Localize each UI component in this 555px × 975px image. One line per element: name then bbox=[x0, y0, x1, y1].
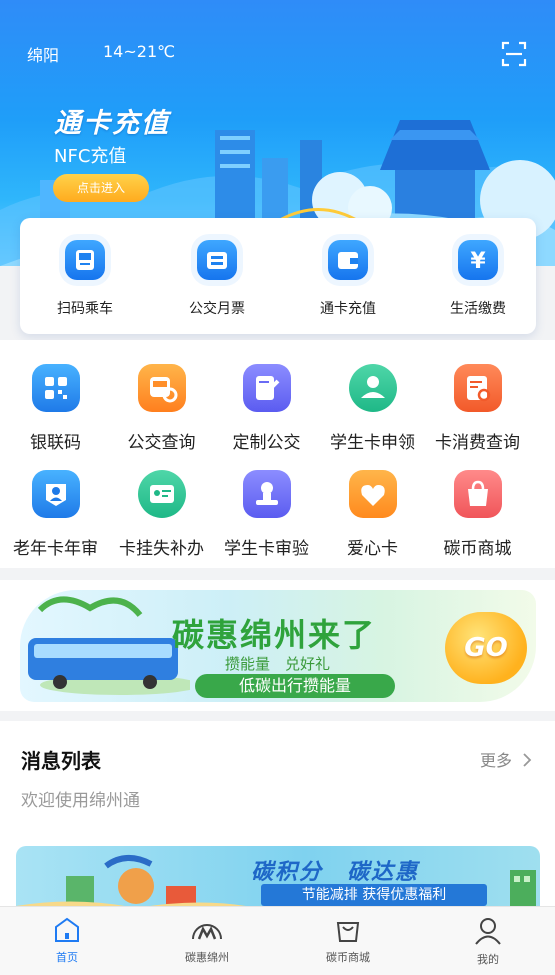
carbon-mall-icon bbox=[453, 470, 502, 518]
custom-bus-icon bbox=[242, 364, 291, 412]
service-carbon-mall[interactable]: 碳币商城 bbox=[422, 470, 533, 570]
bus-illustration bbox=[28, 596, 190, 695]
tab-label: 碳币商城 bbox=[326, 951, 370, 964]
hero-title: 通卡充值 bbox=[54, 108, 170, 139]
scan-icon[interactable] bbox=[500, 40, 528, 68]
tab-mine[interactable]: 我的 bbox=[433, 917, 543, 973]
carbon-promo-banner[interactable]: 碳惠绵州来了 攒能量 兑好礼 低碳出行攒能量 GO bbox=[20, 590, 536, 702]
tab-label: 碳惠绵州 bbox=[185, 951, 229, 964]
banner-subtitle: 攒能量 兑好礼 bbox=[225, 655, 331, 673]
tab-label: 首页 bbox=[56, 951, 78, 964]
service-label: 爱心卡 bbox=[347, 539, 398, 559]
promo-title: 碳积分 碳达惠 bbox=[251, 860, 420, 885]
quick-action-monthly-ticket[interactable]: 公交月票 bbox=[167, 240, 267, 320]
tab-carbon-mall[interactable]: 碳币商城 bbox=[293, 917, 403, 973]
quick-actions-card: 扫码乘车 公交月票 通卡充值 ¥ 生活缴费 bbox=[20, 218, 536, 334]
user-icon bbox=[475, 918, 501, 945]
service-card-consumption[interactable]: 卡消费查询 bbox=[422, 364, 533, 464]
card-loss-icon bbox=[137, 470, 186, 518]
hero-subtitle: NFC充值 bbox=[54, 146, 127, 167]
service-love-card[interactable]: 爱心卡 bbox=[317, 470, 428, 570]
banner-go-button[interactable]: GO bbox=[445, 612, 527, 684]
bottom-tab-bar: 首页 碳惠绵州 碳币商城 我的 bbox=[0, 906, 555, 975]
monthly-ticket-icon bbox=[197, 240, 237, 280]
message-list-title: 消息列表 bbox=[21, 749, 101, 773]
service-bus-search[interactable]: 公交查询 bbox=[106, 364, 217, 464]
carbon-m-icon bbox=[192, 924, 222, 940]
service-custom-bus[interactable]: 定制公交 bbox=[211, 364, 322, 464]
message-item[interactable]: 欢迎使用绵州通 bbox=[21, 786, 140, 811]
banner-title: 碳惠绵州来了 bbox=[172, 616, 377, 654]
more-link[interactable]: 更多 bbox=[480, 747, 512, 771]
senior-card-icon bbox=[31, 470, 80, 518]
qr-bus-icon bbox=[65, 240, 105, 280]
service-label: 卡消费查询 bbox=[435, 433, 520, 453]
wallet-icon bbox=[328, 240, 368, 280]
chevron-right-icon[interactable] bbox=[521, 752, 533, 767]
quick-action-label: 生活缴费 bbox=[450, 301, 506, 317]
service-card-loss[interactable]: 卡挂失补办 bbox=[106, 470, 217, 570]
status-bar: 绵阳 14~21℃ bbox=[0, 38, 555, 68]
service-label: 碳币商城 bbox=[443, 539, 512, 559]
svg-text:¥: ¥ bbox=[470, 249, 486, 274]
quick-action-life-payment[interactable]: ¥ 生活缴费 bbox=[428, 240, 528, 320]
student-verify-icon bbox=[242, 470, 291, 518]
service-label: 学生卡审验 bbox=[224, 539, 309, 559]
bus-search-icon bbox=[137, 364, 186, 412]
shopping-bag-icon bbox=[336, 922, 360, 942]
unionpay-code-icon bbox=[31, 364, 80, 412]
service-label: 银联码 bbox=[30, 433, 81, 453]
service-unionpay-code[interactable]: 银联码 bbox=[0, 364, 111, 464]
card-consumption-icon bbox=[453, 364, 502, 412]
student-card-icon bbox=[348, 364, 397, 412]
service-label: 公交查询 bbox=[127, 433, 196, 453]
weather-text: 14~21℃ bbox=[103, 42, 176, 61]
love-card-icon bbox=[348, 470, 397, 518]
service-label: 学生卡申领 bbox=[330, 433, 415, 453]
quick-action-label: 公交月票 bbox=[189, 301, 245, 317]
promo-subtitle: 节能减排 获得优惠福利 bbox=[261, 884, 487, 906]
service-grid: 银联码 公交查询 定制公交 学生卡申领 卡消费查询 老年卡年审 卡挂失补办 学生… bbox=[0, 340, 555, 568]
city-name[interactable]: 绵阳 bbox=[27, 42, 59, 66]
service-senior-card[interactable]: 老年卡年审 bbox=[0, 470, 111, 570]
tab-label: 我的 bbox=[477, 953, 499, 966]
service-label: 卡挂失补办 bbox=[119, 539, 204, 559]
quick-action-card-topup[interactable]: 通卡充值 bbox=[298, 240, 398, 320]
hero-enter-button[interactable]: 点击进入 bbox=[53, 174, 149, 202]
quick-action-label: 扫码乘车 bbox=[57, 301, 113, 317]
yen-icon: ¥ bbox=[458, 240, 498, 280]
service-student-card-verify[interactable]: 学生卡审验 bbox=[211, 470, 322, 570]
service-label: 老年卡年审 bbox=[13, 539, 98, 559]
quick-action-scan-ride[interactable]: 扫码乘车 bbox=[35, 240, 135, 320]
service-label: 定制公交 bbox=[232, 433, 301, 453]
banner-pill: 低碳出行攒能量 bbox=[195, 674, 395, 698]
service-student-card-apply[interactable]: 学生卡申领 bbox=[317, 364, 428, 464]
tab-home[interactable]: 首页 bbox=[12, 917, 122, 973]
quick-action-label: 通卡充值 bbox=[320, 301, 376, 317]
tab-carbon-mianzhou[interactable]: 碳惠绵州 bbox=[152, 917, 262, 973]
promo-section: 碳积分 碳达惠 节能减排 获得优惠福利 bbox=[0, 834, 555, 918]
banner-section: 碳惠绵州来了 攒能量 兑好礼 低碳出行攒能量 GO bbox=[0, 580, 555, 711]
message-list-section: 消息列表 更多 欢迎使用绵州通 bbox=[0, 721, 555, 834]
home-icon bbox=[55, 917, 79, 942]
